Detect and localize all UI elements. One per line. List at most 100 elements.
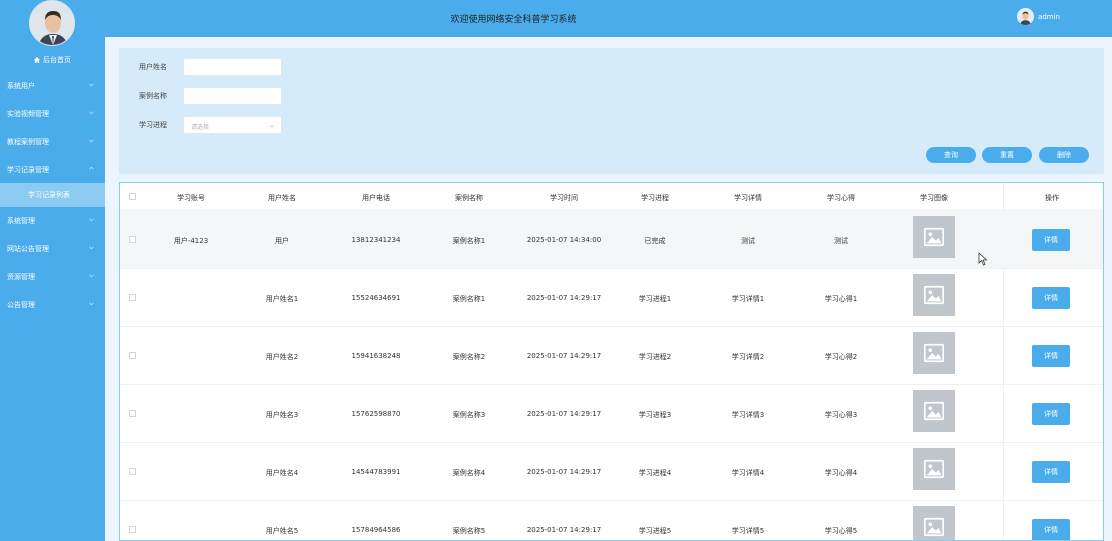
col-header-image: 学习图像 xyxy=(920,194,948,202)
cell-case: 案例名称1 xyxy=(452,295,486,303)
row-checkbox[interactable] xyxy=(129,236,136,243)
table-row[interactable]: 用户姓名4 14544783991 案例名称4 2025-01-07 14:29… xyxy=(120,443,1103,501)
image-icon xyxy=(924,343,944,363)
image-placeholder-icon[interactable] xyxy=(913,332,955,374)
cell-name: 用户姓名4 xyxy=(265,469,299,477)
col-header-actions: 操作 xyxy=(1045,194,1059,202)
table-row[interactable]: 用户姓名1 15524634691 案例名称1 2025-01-07 14:29… xyxy=(120,269,1103,327)
sidebar-item-notices[interactable]: 公告管理 xyxy=(0,292,105,318)
image-icon xyxy=(924,285,944,305)
image-icon xyxy=(924,459,944,479)
detail-button[interactable]: 详情 xyxy=(1032,229,1070,251)
cell-name: 用户 xyxy=(275,237,289,245)
cell-phone: 15941638248 xyxy=(351,352,401,360)
mouse-cursor-icon xyxy=(978,252,988,266)
cell-account: 用户-4123 xyxy=(173,237,209,245)
select-all-checkbox[interactable] xyxy=(129,193,136,200)
cell-phone: 15524634691 xyxy=(351,294,401,302)
table-row[interactable]: 用户姓名2 15941638248 案例名称2 2025-01-07 14:29… xyxy=(120,327,1103,385)
row-checkbox[interactable] xyxy=(129,410,136,417)
sidebar-item-system-users[interactable]: 系统用户 xyxy=(0,73,105,99)
top-header: 欢迎使用网络安全科普学习系统 admin xyxy=(105,0,1112,37)
case-name-label: 案例名称 xyxy=(139,92,167,100)
sidebar-home[interactable]: 后台首页 xyxy=(0,53,105,67)
row-checkbox[interactable] xyxy=(129,526,136,533)
cell-note: 学习心得4 xyxy=(824,469,858,477)
query-button[interactable]: 查询 xyxy=(926,147,976,163)
row-checkbox[interactable] xyxy=(129,352,136,359)
cell-progress: 学习进程1 xyxy=(638,295,672,303)
reset-button[interactable]: 重置 xyxy=(982,147,1032,163)
cell-phone: 15762598870 xyxy=(351,410,401,418)
cell-detail: 测试 xyxy=(741,237,755,245)
home-icon xyxy=(34,57,40,63)
table-header: 学习账号 用户姓名 用户电话 案例名称 学习时间 学习进程 学习详情 学习心得 … xyxy=(120,183,1103,211)
detail-button[interactable]: 详情 xyxy=(1032,403,1070,425)
sidebar-item-label: 实验视频管理 xyxy=(7,110,49,118)
sidebar-item-case[interactable]: 教程案例管理 xyxy=(0,129,105,155)
image-placeholder-icon[interactable] xyxy=(913,216,955,258)
cell-time: 2025-01-07 14:29:17 xyxy=(526,294,602,302)
user-menu[interactable]: admin xyxy=(1017,8,1060,25)
cell-time: 2025-01-07 14:29:17 xyxy=(526,526,602,534)
avatar[interactable] xyxy=(29,0,75,46)
case-name-input[interactable] xyxy=(183,87,282,105)
image-placeholder-icon[interactable] xyxy=(913,506,955,540)
cell-note: 学习心得1 xyxy=(824,295,858,303)
image-placeholder-icon[interactable] xyxy=(913,448,955,490)
table-row[interactable]: 用户姓名5 15784964586 案例名称5 2025-01-07 14:29… xyxy=(120,501,1103,540)
col-header-name: 用户姓名 xyxy=(268,194,296,202)
image-placeholder-icon[interactable] xyxy=(913,390,955,432)
row-checkbox[interactable] xyxy=(129,468,136,475)
col-header-note: 学习心得 xyxy=(827,194,855,202)
chevron-down-icon xyxy=(89,246,94,250)
cell-phone: 15784964586 xyxy=(351,526,401,534)
chevron-down-icon xyxy=(269,125,275,128)
table-row[interactable]: 用户-4123 用户 13812341234 案例名称1 2025-01-07 … xyxy=(120,211,1103,269)
cell-note: 学习心得2 xyxy=(824,353,858,361)
sidebar-subitem-record-list[interactable]: 学习记录列表 xyxy=(0,183,105,207)
row-checkbox[interactable] xyxy=(129,294,136,301)
user-avatar xyxy=(1017,8,1035,25)
image-icon xyxy=(924,227,944,247)
records-table: 学习账号 用户姓名 用户电话 案例名称 学习时间 学习进程 学习详情 学习心得 … xyxy=(119,182,1104,541)
detail-button[interactable]: 详情 xyxy=(1032,461,1070,483)
cell-name: 用户姓名1 xyxy=(265,295,299,303)
col-header-detail: 学习详情 xyxy=(734,194,762,202)
progress-label: 学习进程 xyxy=(139,121,167,129)
col-header-phone: 用户电话 xyxy=(362,194,390,202)
search-panel: 用户姓名 案例名称 学习进程 请选择 查询 重置 删除 xyxy=(119,48,1104,174)
sidebar-item-system[interactable]: 系统管理 xyxy=(0,208,105,234)
cell-note: 学习心得3 xyxy=(824,411,858,419)
col-header-account: 学习账号 xyxy=(177,194,205,202)
sidebar-item-announcements[interactable]: 网站公告管理 xyxy=(0,236,105,262)
chevron-up-icon xyxy=(89,166,94,170)
progress-select[interactable]: 请选择 xyxy=(183,116,282,134)
sidebar-item-label: 系统用户 xyxy=(7,82,35,90)
avatar-image xyxy=(30,1,74,45)
sidebar-item-label: 公告管理 xyxy=(7,301,35,309)
avatar-image xyxy=(1017,8,1035,25)
detail-button[interactable]: 详情 xyxy=(1032,519,1070,540)
sidebar-item-video[interactable]: 实验视频管理 xyxy=(0,101,105,127)
image-placeholder-icon[interactable] xyxy=(913,274,955,316)
chevron-down-icon xyxy=(89,139,94,143)
table-row[interactable]: 用户姓名3 15762598870 案例名称3 2025-01-07 14:29… xyxy=(120,385,1103,443)
sidebar-item-records[interactable]: 学习记录管理 xyxy=(0,157,105,183)
cell-progress: 已完成 xyxy=(644,237,666,245)
cell-time: 2025-01-07 14:34:00 xyxy=(526,236,602,244)
cell-progress: 学习进程4 xyxy=(638,469,672,477)
username-label: 用户姓名 xyxy=(139,63,167,71)
sidebar-item-label: 学习记录管理 xyxy=(7,166,49,174)
col-header-time: 学习时间 xyxy=(550,194,578,202)
detail-button[interactable]: 详情 xyxy=(1032,287,1070,309)
cell-progress: 学习进程2 xyxy=(638,353,672,361)
username-input[interactable] xyxy=(183,58,282,76)
detail-button[interactable]: 详情 xyxy=(1032,345,1070,367)
chevron-down-icon xyxy=(89,83,94,87)
main-content: 用户姓名 案例名称 学习进程 请选择 查询 重置 删除 学习账号 用户姓名 用户… xyxy=(105,37,1112,541)
page-title: 欢迎使用网络安全科普学习系统 xyxy=(450,15,577,25)
delete-button[interactable]: 删除 xyxy=(1039,147,1089,163)
chevron-down-icon xyxy=(89,302,94,306)
sidebar-item-resources[interactable]: 资源管理 xyxy=(0,264,105,290)
